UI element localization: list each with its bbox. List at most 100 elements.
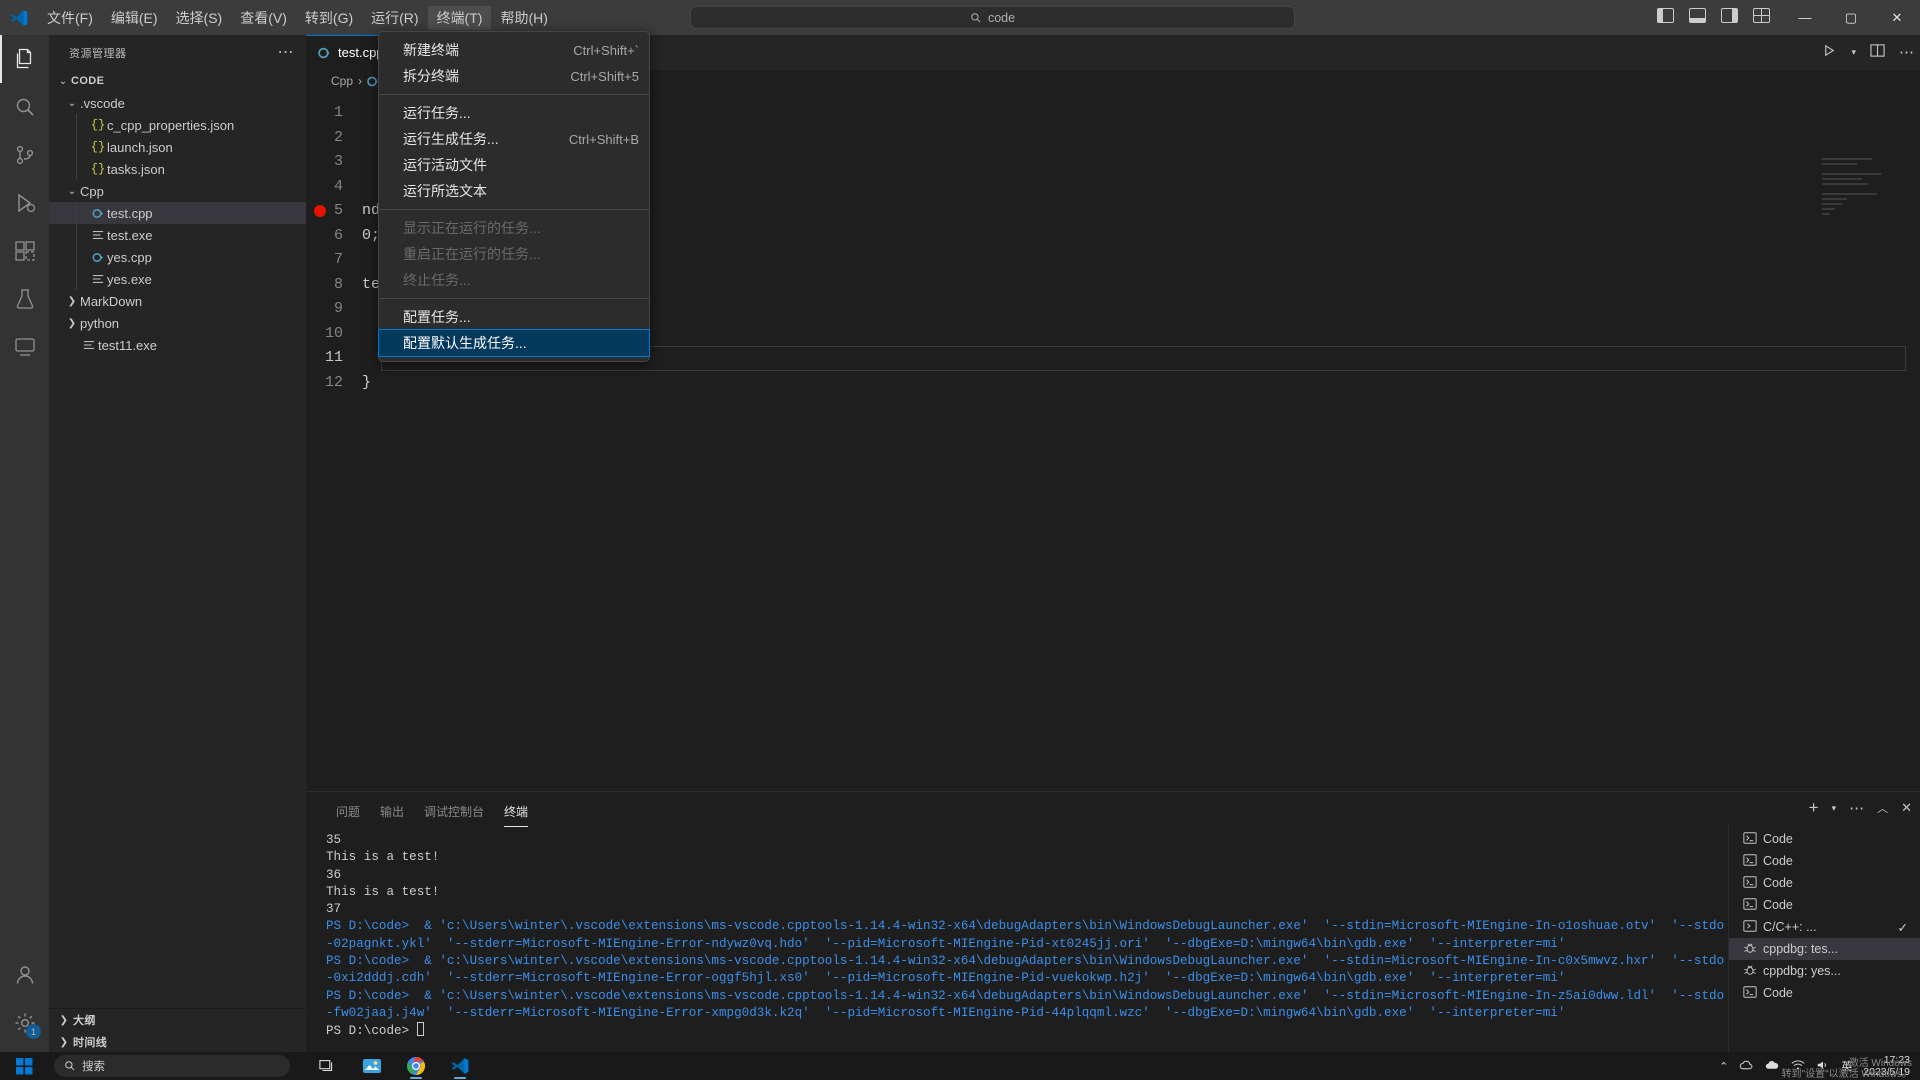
- tree-file-yes-exe[interactable]: yes.exe: [49, 268, 306, 290]
- close-button[interactable]: ✕: [1874, 0, 1920, 35]
- terminal-tab-code-2[interactable]: Code: [1729, 850, 1920, 872]
- tree-folder-cpp[interactable]: ⌄Cpp: [49, 180, 306, 202]
- menu-item-run-active-file[interactable]: 运行活动文件: [379, 152, 649, 178]
- vscode-app-button[interactable]: [438, 1052, 482, 1080]
- activity-settings[interactable]: 1: [0, 999, 49, 1047]
- menu-edit[interactable]: 编辑(E): [102, 6, 167, 30]
- sidebar-section-outline[interactable]: ❯ 大纲: [49, 1009, 306, 1031]
- maximize-button[interactable]: ▢: [1828, 0, 1874, 35]
- start-button[interactable]: [0, 1052, 48, 1080]
- command-center[interactable]: code: [690, 6, 1295, 29]
- task-view-button[interactable]: [306, 1052, 350, 1080]
- add-terminal-icon[interactable]: +: [1809, 798, 1819, 818]
- terminal-tab-code-4[interactable]: Code: [1729, 894, 1920, 916]
- menu-run[interactable]: 运行(R): [362, 6, 427, 30]
- chevron-down-icon[interactable]: ⌄: [64, 98, 80, 109]
- activity-account[interactable]: [0, 951, 49, 999]
- terminal-tab-cppdbg-yes[interactable]: cppdbg: yes...: [1729, 960, 1920, 982]
- chevron-right-icon[interactable]: ❯: [64, 318, 80, 329]
- tree-root-code[interactable]: ⌄CODE: [49, 70, 306, 92]
- activity-extensions[interactable]: [0, 227, 49, 275]
- onedrive-icon[interactable]: [1765, 1059, 1780, 1074]
- toggle-primary-sidebar-icon[interactable]: [1657, 8, 1674, 23]
- terminal-tab-code-3[interactable]: Code: [1729, 872, 1920, 894]
- command-center-text: code: [988, 11, 1015, 25]
- tree-folder-markdown[interactable]: ❯MarkDown: [49, 290, 306, 312]
- terminal-tab-cppdbg-test[interactable]: cppdbg: tes...: [1729, 938, 1920, 960]
- tray-chevron-up-icon[interactable]: ⌃: [1719, 1060, 1728, 1073]
- terminal-tab-c-cpp-task[interactable]: C/C++: ...✓: [1729, 916, 1920, 938]
- menu-go[interactable]: 转到(G): [296, 6, 362, 30]
- minimize-button[interactable]: —: [1782, 0, 1828, 35]
- activity-search[interactable]: [0, 83, 49, 131]
- editor-more-actions-icon[interactable]: ⋯: [1899, 49, 1914, 57]
- menu-item-run-build-task[interactable]: 运行生成任务...Ctrl+Shift+B: [379, 126, 649, 152]
- chevron-down-icon[interactable]: ▾: [1832, 803, 1837, 814]
- tree-file-c-cpp-properties-json[interactable]: {}c_cpp_properties.json: [49, 114, 306, 136]
- menu-item-split-terminal[interactable]: 拆分终端Ctrl+Shift+5: [379, 63, 649, 89]
- taskbar-search[interactable]: 搜索: [54, 1055, 290, 1077]
- menu-item-configure-default-build-task[interactable]: 配置默认生成任务...: [379, 330, 649, 356]
- chevron-down-icon[interactable]: ⌄: [55, 76, 71, 87]
- run-play-icon[interactable]: [1822, 43, 1837, 63]
- tree-folder-python[interactable]: ❯python: [49, 312, 306, 334]
- terminal-output[interactable]: 35This is a test!36This is a test!37PS D…: [326, 832, 1724, 1049]
- menu-item-run-selected-text[interactable]: 运行所选文本: [379, 178, 649, 204]
- menu-item-label: 终止任务...: [403, 270, 471, 290]
- panel-tab-debug-console[interactable]: 调试控制台: [414, 803, 494, 827]
- toggle-panel-icon[interactable]: [1689, 8, 1706, 23]
- chevron-down-icon[interactable]: ▾: [1851, 47, 1856, 58]
- terminal-line-text: -fw02jaaj.j4w' '--stderr=Microsoft-MIEng…: [326, 1006, 1565, 1020]
- menu-selection[interactable]: 选择(S): [167, 6, 232, 30]
- tree-file-test-cpp[interactable]: test.cpp: [49, 202, 306, 224]
- close-panel-icon[interactable]: ✕: [1901, 800, 1912, 816]
- terminal-tab-code-1[interactable]: Code: [1729, 828, 1920, 850]
- activity-source-control[interactable]: [0, 131, 49, 179]
- activity-testing[interactable]: [0, 275, 49, 323]
- panel-tab-problems[interactable]: 问题: [326, 803, 370, 827]
- tree-file-tasks-json[interactable]: {}tasks.json: [49, 158, 306, 180]
- activity-remote[interactable]: [0, 323, 49, 371]
- toggle-secondary-sidebar-icon[interactable]: [1721, 8, 1738, 23]
- photos-app-button[interactable]: [350, 1052, 394, 1080]
- breakpoint-marker[interactable]: [314, 205, 326, 217]
- panel-tab-terminal[interactable]: 终端: [494, 803, 538, 827]
- terminal-tab-code-5[interactable]: Code: [1729, 982, 1920, 1004]
- menu-terminal[interactable]: 终端(T): [428, 6, 492, 30]
- menu-view[interactable]: 查看(V): [231, 6, 296, 30]
- menu-item-configure-tasks[interactable]: 配置任务...: [379, 304, 649, 330]
- tree-file-yes-cpp[interactable]: yes.cpp: [49, 246, 306, 268]
- cloud-icon[interactable]: [1739, 1059, 1754, 1074]
- json-file-icon: {}: [89, 118, 107, 132]
- menu-item-run-task[interactable]: 运行任务...: [379, 100, 649, 126]
- chevron-down-icon[interactable]: ⌄: [64, 186, 80, 197]
- watermark-line2: 转到"设置"以激活 Windows。: [1782, 1069, 1912, 1080]
- tree-file-launch-json[interactable]: {}launch.json: [49, 136, 306, 158]
- indent-guide: [76, 268, 77, 290]
- tree-file-test11-exe[interactable]: test11.exe: [49, 334, 306, 356]
- tree-folder-vscode[interactable]: ⌄.vscode: [49, 92, 306, 114]
- activity-run-debug[interactable]: [0, 179, 49, 227]
- chevron-right-icon[interactable]: ❯: [64, 296, 80, 307]
- chrome-app-button[interactable]: [394, 1052, 438, 1080]
- customize-layout-icon[interactable]: [1753, 8, 1770, 23]
- tree-item-label: Cpp: [80, 184, 104, 199]
- sidebar-section-timeline[interactable]: ❯ 时间线: [49, 1031, 306, 1053]
- activity-explorer[interactable]: [0, 35, 49, 83]
- menu-item-label: 运行活动文件: [403, 155, 487, 175]
- explorer-sidebar: 资源管理器 ⋯ ⌄CODE⌄.vscode{}c_cpp_properties.…: [49, 35, 306, 1053]
- tree-file-test-exe[interactable]: test.exe: [49, 224, 306, 246]
- line-number: 11: [306, 346, 362, 371]
- chevron-up-icon[interactable]: ︿: [1877, 800, 1888, 816]
- terminal-line-text: 37: [326, 902, 341, 916]
- minimap[interactable]: [1822, 158, 1906, 236]
- explorer-more-actions-icon[interactable]: ⋯: [278, 48, 295, 58]
- split-editor-icon[interactable]: [1870, 43, 1885, 63]
- breadcrumb-folder[interactable]: Cpp: [331, 74, 353, 88]
- menu-help[interactable]: 帮助(H): [491, 6, 556, 30]
- panel-tab-output[interactable]: 输出: [370, 803, 414, 827]
- menu-item-new-terminal[interactable]: 新建终端Ctrl+Shift+`: [379, 37, 649, 63]
- menu-file[interactable]: 文件(F): [38, 6, 102, 30]
- menu-item-show-running-tasks: 显示正在运行的任务...: [379, 215, 649, 241]
- panel-more-actions-icon[interactable]: ⋯: [1849, 805, 1864, 812]
